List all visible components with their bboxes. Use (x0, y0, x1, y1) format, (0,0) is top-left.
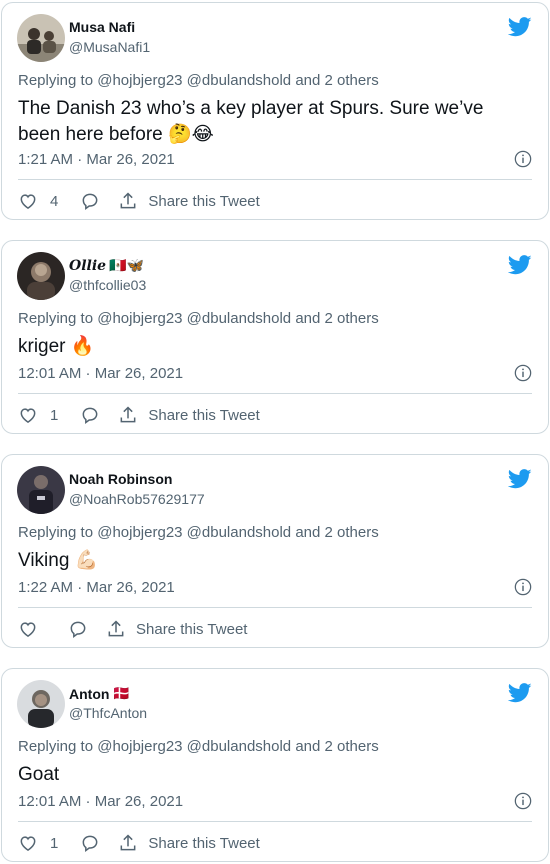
info-circle-icon[interactable] (514, 792, 532, 810)
upload-arrow-icon (120, 406, 136, 423)
heart-icon (20, 194, 36, 209)
share-label: Share this Tweet (148, 192, 260, 210)
tweet-actions: 1 Share this Tweet (18, 403, 260, 427)
tweet-card-noah[interactable]: Noah Robinson @NoahRob57629177 Replying … (1, 454, 549, 648)
tweet-card-anton[interactable]: Anton 🇩🇰 @ThfcAnton Replying to @hojbjer… (1, 668, 549, 862)
like-button[interactable] (18, 619, 38, 639)
share-label: Share this Tweet (136, 620, 248, 638)
upload-arrow-icon (120, 192, 136, 209)
speech-bubble-icon (82, 193, 98, 210)
divider (18, 821, 532, 822)
replying-prefix: Replying to (18, 738, 94, 755)
user-handle[interactable]: @thfcollie03 (69, 277, 146, 293)
mention-links[interactable]: @hojbjerg23 @dbulandshold (97, 72, 291, 89)
share-button[interactable]: Share this Tweet (118, 833, 260, 853)
like-count: 4 (50, 192, 59, 210)
avatar[interactable] (17, 14, 65, 62)
info-circle-icon[interactable] (514, 150, 532, 168)
twitter-bird-icon[interactable] (508, 17, 532, 37)
user-handle[interactable]: @MusaNafi1 (69, 39, 150, 55)
share-label: Share this Tweet (148, 834, 260, 852)
like-button[interactable]: 1 (18, 833, 58, 853)
replying-to-line: Replying to @hojbjerg23 @dbulandshold an… (18, 524, 379, 541)
upload-arrow-icon (120, 834, 136, 851)
replying-to-line: Replying to @hojbjerg23 @dbulandshold an… (18, 72, 379, 89)
tweet-actions: Share this Tweet (18, 617, 247, 641)
mention-links[interactable]: @hojbjerg23 @dbulandshold (97, 310, 291, 327)
twitter-bird-icon[interactable] (508, 255, 532, 275)
name-emoji: 🇲🇽🦋 (109, 257, 144, 273)
name-emoji: 🇩🇰 (112, 685, 130, 701)
others-link[interactable]: and 2 others (295, 72, 378, 89)
others-link[interactable]: and 2 others (295, 738, 378, 755)
others-link[interactable]: and 2 others (295, 310, 378, 327)
user-handle[interactable]: @NoahRob57629177 (69, 491, 205, 507)
tweet-actions: 4 Share this Tweet (18, 189, 260, 213)
upload-arrow-icon (108, 620, 124, 637)
speech-bubble-icon (70, 621, 86, 638)
display-name[interactable]: Musa Nafi (69, 19, 135, 35)
like-count: 1 (50, 834, 59, 852)
share-label: Share this Tweet (148, 406, 260, 424)
display-name[interactable]: Anton (69, 686, 109, 702)
tweet-card-musa[interactable]: Musa Nafi @MusaNafi1 Replying to @hojbje… (1, 2, 549, 220)
reply-button[interactable] (80, 405, 100, 425)
mention-links[interactable]: @hojbjerg23 @dbulandshold (97, 738, 291, 755)
tweet-timestamp[interactable]: 12:01 AM · Mar 26, 2021 (18, 365, 183, 382)
user-handle[interactable]: @ThfcAnton (69, 705, 147, 721)
reply-button[interactable] (68, 619, 88, 639)
reply-button[interactable] (80, 191, 100, 211)
speech-bubble-icon (82, 407, 98, 424)
share-button[interactable]: Share this Tweet (106, 619, 247, 639)
replying-to-line: Replying to @hojbjerg23 @dbulandshold an… (18, 738, 379, 755)
tweet-feed: Musa Nafi @MusaNafi1 Replying to @hojbje… (0, 0, 550, 864)
mention-links[interactable]: @hojbjerg23 @dbulandshold (97, 524, 291, 541)
divider (18, 179, 532, 180)
replying-to-line: Replying to @hojbjerg23 @dbulandshold an… (18, 310, 379, 327)
avatar[interactable] (17, 680, 65, 728)
like-count: 1 (50, 406, 59, 424)
replying-prefix: Replying to (18, 524, 94, 541)
speech-bubble-icon (82, 835, 98, 852)
tweet-text: The Danish 23 who’s a key player at Spur… (18, 98, 484, 145)
tweet-text: kriger 🔥 (18, 336, 95, 357)
tweet-actions: 1 Share this Tweet (18, 831, 260, 855)
share-button[interactable]: Share this Tweet (118, 405, 260, 425)
tweet-timestamp[interactable]: 1:21 AM · Mar 26, 2021 (18, 151, 175, 168)
tweet-card-ollie[interactable]: Ollie 🇲🇽🦋 @thfcollie03 Replying to @hojb… (1, 240, 549, 434)
others-link[interactable]: and 2 others (295, 524, 378, 541)
like-button[interactable]: 4 (18, 191, 58, 211)
author-name-row[interactable]: Anton 🇩🇰 (69, 685, 130, 702)
avatar[interactable] (17, 466, 65, 514)
like-button[interactable]: 1 (18, 405, 58, 425)
author-name-row[interactable]: Noah Robinson (69, 471, 172, 487)
tweet-timestamp[interactable]: 12:01 AM · Mar 26, 2021 (18, 793, 183, 810)
display-name[interactable]: Noah Robinson (69, 471, 172, 487)
twitter-bird-icon[interactable] (508, 469, 532, 489)
tweet-timestamp[interactable]: 1:22 AM · Mar 26, 2021 (18, 579, 175, 596)
info-circle-icon[interactable] (514, 364, 532, 382)
heart-icon (20, 836, 36, 851)
tweet-text: Viking 💪🏻 (18, 550, 99, 571)
divider (18, 393, 532, 394)
author-name-row[interactable]: Ollie 🇲🇽🦋 (69, 257, 144, 274)
twitter-bird-icon[interactable] (508, 683, 532, 703)
avatar[interactable] (17, 252, 65, 300)
divider (18, 607, 532, 608)
author-name-row[interactable]: Musa Nafi (69, 19, 135, 35)
replying-prefix: Replying to (18, 310, 94, 327)
heart-icon (20, 408, 36, 423)
reply-button[interactable] (80, 833, 100, 853)
display-name[interactable]: Ollie (69, 258, 106, 274)
share-button[interactable]: Share this Tweet (118, 191, 260, 211)
replying-prefix: Replying to (18, 72, 94, 89)
info-circle-icon[interactable] (514, 578, 532, 596)
heart-icon (20, 622, 36, 637)
tweet-text: Goat (18, 764, 60, 785)
